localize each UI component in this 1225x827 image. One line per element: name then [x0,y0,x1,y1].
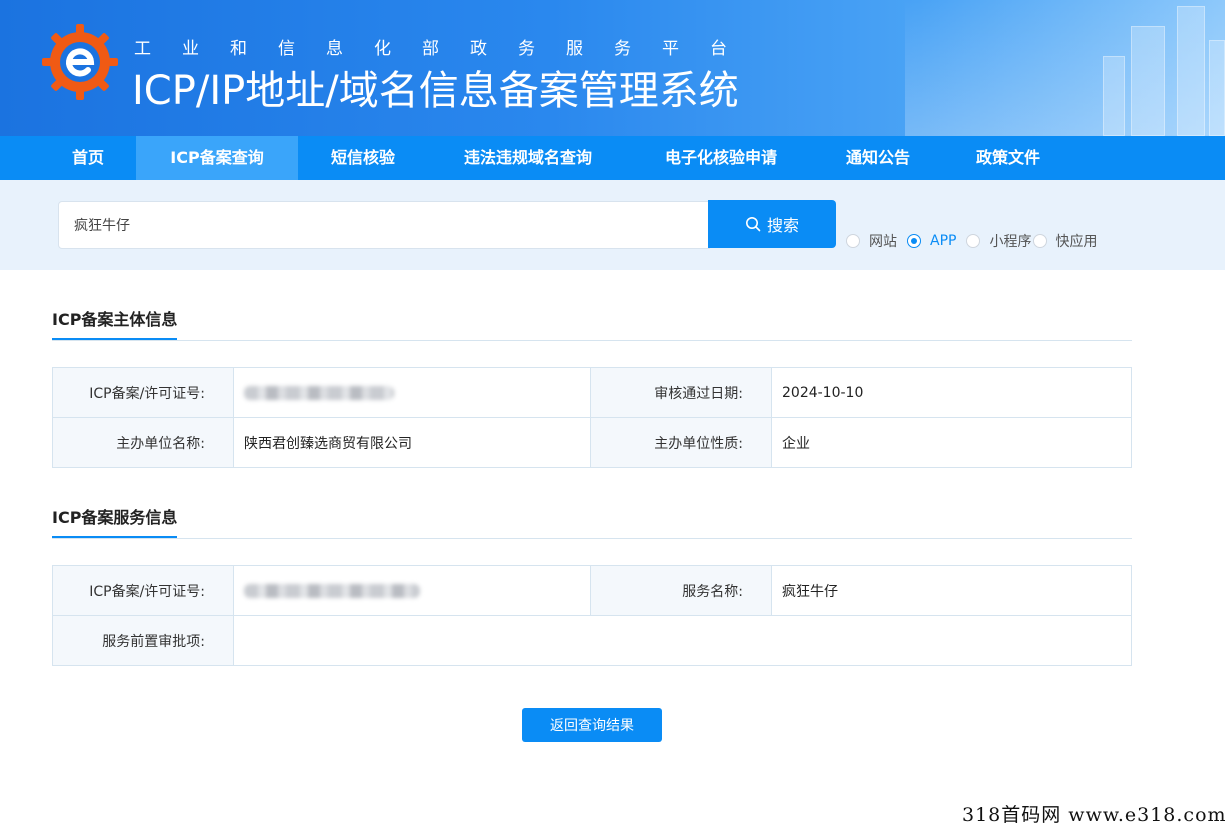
header-subtitle: 工业和信息化部政务服务平台 [134,39,758,59]
nav-item-e-verify[interactable]: 电子化核验申请 [648,136,794,180]
table-row: 服务前置审批项: [52,615,1132,666]
search-input[interactable] [58,201,710,249]
building-graphic [1209,40,1225,136]
field-label: 主办单位性质: [590,417,772,468]
building-graphic [1177,6,1205,136]
radio-mini-program[interactable]: 小程序 [966,231,1031,251]
radio-label: 快应用 [1055,234,1098,250]
miit-logo-icon [42,24,118,100]
field-label: ICP备案/许可证号: [52,565,234,616]
entity-section-title: ICP备案主体信息 [52,306,178,340]
search-button-label: 搜索 [766,216,799,235]
nav-item-home[interactable]: 首页 [52,136,124,180]
radio-label: APP [930,233,957,249]
license-number-value [233,367,591,418]
radio-dot [966,234,981,248]
back-to-results-button[interactable]: 返回查询结果 [522,708,662,742]
search-type-radio-group: 网站 APP 小程序 快应用 [846,231,1107,251]
field-label: 服务前置审批项: [52,615,234,666]
service-section-title: ICP备案服务信息 [52,504,178,538]
nav-item-sms-verify[interactable]: 短信核验 [316,136,410,180]
building-graphic [1103,56,1125,136]
radio-quick-app[interactable]: 快应用 [1033,231,1097,251]
organizer-name-value: 陕西君创臻选商贸有限公司 [233,417,591,468]
nav-item-notices[interactable]: 通知公告 [832,136,924,180]
radio-dot [907,234,921,248]
radio-dot [846,234,860,248]
entity-info-table: ICP备案/许可证号: 审核通过日期: 2024-10-10 主办单位名称: 陕… [52,367,1132,468]
nav-item-icp-query[interactable]: ICP备案查询 [136,136,298,180]
search-button[interactable]: 搜索 [708,200,836,248]
main-nav: 首页 ICP备案查询 短信核验 违法违规域名查询 电子化核验申请 通知公告 政策… [0,136,1225,180]
section-divider [52,538,1132,539]
search-icon [745,217,761,232]
section-divider [52,340,1132,341]
service-license-value [233,565,591,616]
table-row: ICP备案/许可证号: 服务名称: 疯狂牛仔 [52,565,1132,616]
table-row: 主办单位名称: 陕西君创臻选商贸有限公司 主办单位性质: 企业 [52,417,1132,468]
search-area: 搜索 网站 APP 小程序 快应用 [0,180,1225,270]
page-title: ICP/IP地址/域名信息备案管理系统 [132,68,739,114]
nav-item-illegal-domain[interactable]: 违法违规域名查询 [446,136,610,180]
radio-app[interactable]: APP [907,233,956,249]
service-info-table: ICP备案/许可证号: 服务名称: 疯狂牛仔 服务前置审批项: [52,565,1132,666]
field-label: 审核通过日期: [590,367,772,418]
field-label: 主办单位名称: [52,417,234,468]
organizer-type-value: 企业 [771,417,1132,468]
radio-dot [1033,234,1048,248]
radio-label: 网站 [869,234,897,250]
blurred-value [244,385,394,400]
header-banner: 工业和信息化部政务服务平台 ICP/IP地址/域名信息备案管理系统 [0,0,1225,136]
building-graphic [1131,26,1165,136]
field-label: ICP备案/许可证号: [52,367,234,418]
service-name-value: 疯狂牛仔 [771,565,1132,616]
field-label: 服务名称: [590,565,772,616]
nav-item-policy[interactable]: 政策文件 [962,136,1054,180]
approval-date-value: 2024-10-10 [771,367,1132,418]
blurred-value [244,583,420,598]
radio-website[interactable]: 网站 [846,231,897,251]
pre-approval-value [233,615,1132,666]
table-row: ICP备案/许可证号: 审核通过日期: 2024-10-10 [52,367,1132,418]
radio-label: 小程序 [989,234,1032,250]
